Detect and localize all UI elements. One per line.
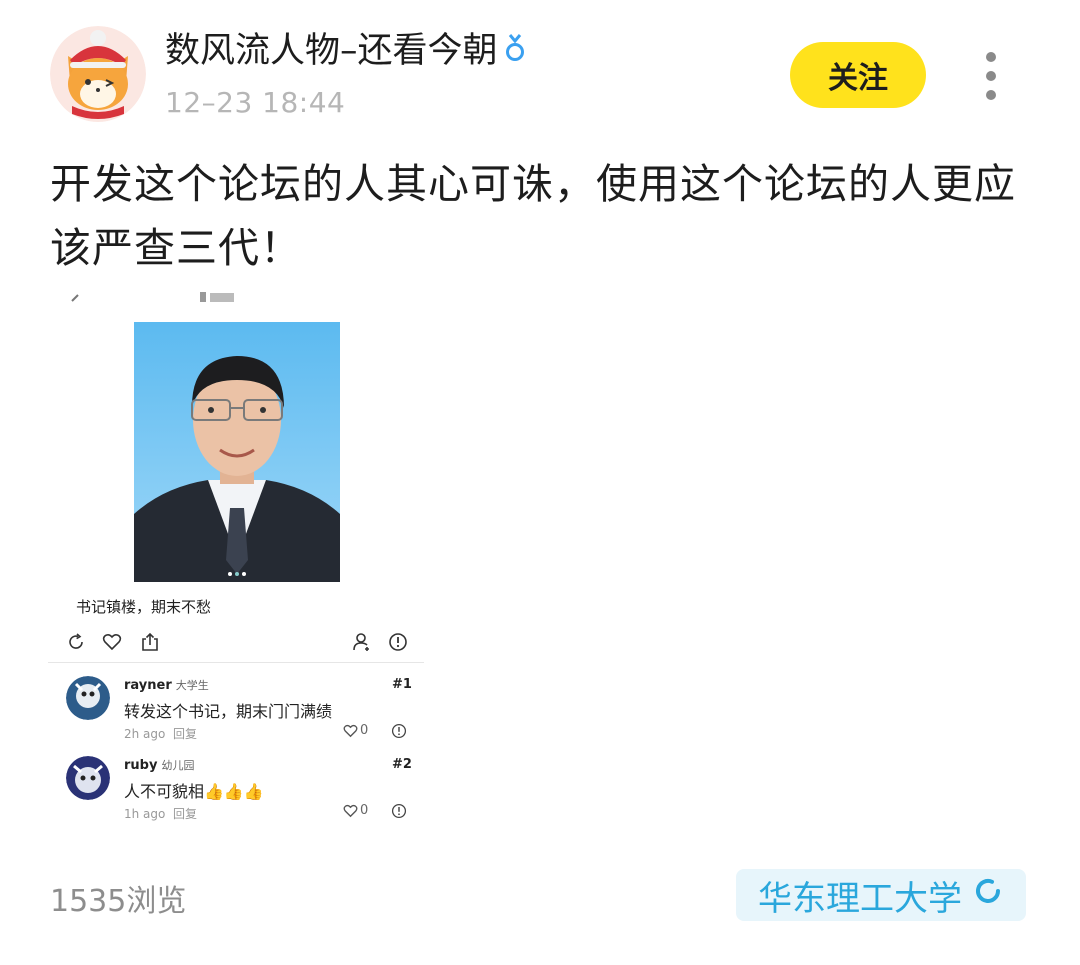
embedded-action-bar [64, 630, 414, 656]
comment-reply-link[interactable]: 回复 [173, 727, 197, 741]
report-icon[interactable] [391, 723, 409, 741]
comment-number: #2 [392, 757, 412, 772]
cropped-header-fragment [64, 289, 294, 305]
comment-like-count: 0 [360, 723, 369, 738]
divider [48, 662, 424, 663]
male-icon [504, 29, 526, 75]
comment-avatar[interactable] [66, 676, 110, 720]
more-icon[interactable] [980, 52, 1002, 100]
comment-time: 2h ago [124, 727, 166, 741]
embedded-caption: 书记镇楼，期末不愁 [76, 598, 212, 616]
comment-meta: 2h ago 回复 [124, 725, 197, 742]
heart-icon[interactable] [100, 630, 124, 654]
loading-icon [972, 875, 1004, 916]
comment-like-count: 0 [360, 803, 369, 818]
comment-text: 转发这个书记，期末门门满绩 [124, 702, 333, 721]
comment-like[interactable]: 0 [343, 723, 368, 738]
portrait-photo[interactable] [134, 322, 340, 582]
author-name[interactable]: 数风流人物–还看今朝 [165, 28, 526, 75]
comment-avatar[interactable] [66, 756, 110, 800]
comment-time: 1h ago [124, 807, 166, 821]
post-time: 12–23 18:44 [165, 86, 346, 119]
comment-number: #1 [392, 677, 412, 692]
school-tag[interactable]: 华东理工大学 [736, 869, 1026, 921]
report-icon[interactable] [386, 630, 410, 654]
comment-user[interactable]: ruby 幼儿园 [124, 757, 194, 773]
share-icon[interactable] [138, 630, 162, 654]
comment-meta: 1h ago 回复 [124, 805, 197, 822]
follow-button[interactable]: 关注 [790, 42, 926, 108]
add-user-icon[interactable] [350, 630, 374, 654]
comment-text: 人不可貌相👍👍👍 [124, 782, 264, 801]
comment-reply-link[interactable]: 回复 [173, 807, 197, 821]
author-avatar[interactable] [50, 26, 146, 122]
comment-username: ruby [124, 758, 158, 773]
post-text: 开发这个论坛的人其心可诛，使用这个论坛的人更应该严查三代！ [50, 160, 1016, 272]
school-tag-label: 华东理工大学 [758, 878, 962, 919]
view-count: 1535浏览 [50, 884, 187, 919]
refresh-icon[interactable] [64, 630, 88, 654]
author-name-text: 数风流人物–还看今朝 [165, 31, 498, 71]
comment-user-level: 大学生 [175, 679, 209, 692]
comment-like[interactable]: 0 [343, 803, 368, 818]
comment-username: rayner [124, 678, 172, 693]
report-icon[interactable] [391, 803, 409, 821]
comment-user[interactable]: rayner 大学生 [124, 677, 209, 693]
comment-user-level: 幼儿园 [161, 759, 195, 772]
